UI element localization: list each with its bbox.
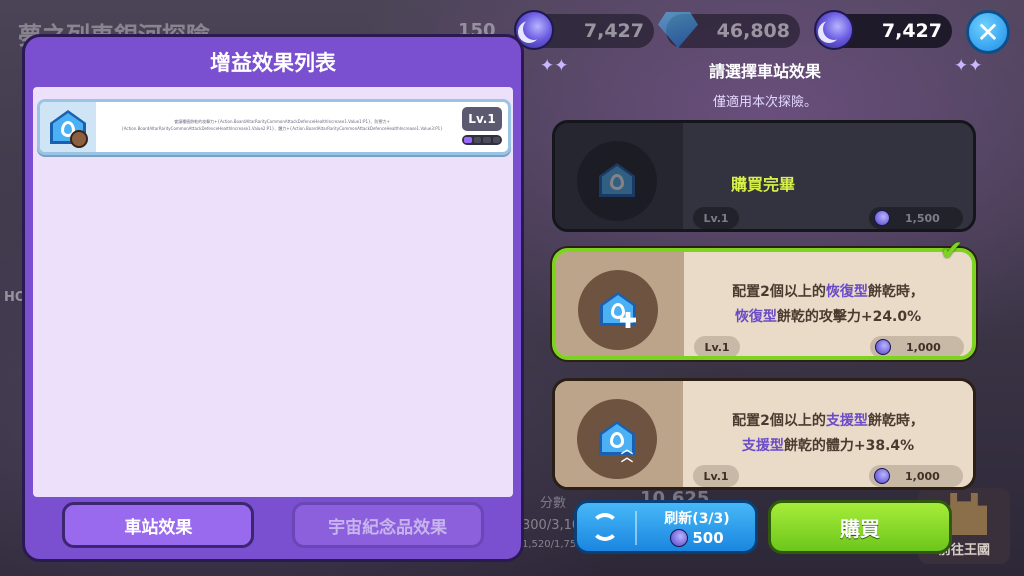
card-icon-area: ︿ ︿	[555, 381, 683, 487]
station-house-icon	[600, 292, 636, 328]
station-effect-card-healing[interactable]: 配置2個以上的恢復型餅乾時， 恢復型餅乾的攻擊力+24.0% Lv.1 1,00…	[552, 248, 976, 360]
double-chevron-up-icon: ︿ ︿	[621, 442, 634, 464]
station-select-subtitle: 僅適用本次探險。	[712, 95, 817, 110]
card-effect-text: 配置2個以上的恢復型餅乾時， 恢復型餅乾的攻擊力+24.0%	[732, 284, 924, 325]
card-icon-circle: ︿ ︿	[577, 399, 657, 479]
buff-list-body[interactable]: 會讓種植餅乾的攻擊力+{Action.BoardAltarRarityCommo…	[33, 87, 513, 497]
buff-level: Lv.1	[462, 107, 502, 131]
close-button[interactable]: ✕	[966, 10, 1010, 54]
card-price: 1,000	[870, 336, 964, 356]
background-score-label: 分數	[540, 496, 567, 511]
buff-list-panel: 增益效果列表 會讓種植餅乾的攻擊力+{Action.BoardAltarRari…	[22, 34, 524, 562]
card-effect-text: 配置2個以上的支援型餅乾時， 支援型餅乾的體力+38.4%	[732, 413, 924, 454]
progress-segment	[464, 137, 472, 143]
buff-icon-box	[40, 102, 96, 152]
purchased-status: 購買完畢	[731, 175, 796, 194]
card-level: Lv.1	[693, 207, 739, 229]
gem-currency-value: 46,808	[716, 20, 790, 42]
card-icon-area	[555, 123, 683, 229]
moon-coin-icon	[874, 210, 890, 226]
station-effect-card-support[interactable]: ︿ ︿ 配置2個以上的支援型餅乾時， 支援型餅乾的體力+38.4% Lv.1 1,…	[552, 378, 976, 490]
card-content: 配置2個以上的恢復型餅乾時， 恢復型餅乾的攻擊力+24.0% Lv.1 1,00…	[684, 252, 972, 356]
station-house-icon: ︿ ︿	[599, 421, 635, 463]
sparkle-icon: ✦✦	[954, 56, 983, 76]
moon-coin-icon	[875, 339, 891, 355]
checkmark-icon: ✔	[940, 234, 964, 267]
station-select-title: 請選擇車站效果	[708, 62, 821, 81]
card-price-value: 1,000	[906, 340, 941, 354]
progress-segment	[492, 137, 500, 143]
card-icon-area	[556, 252, 684, 356]
station-house-icon	[599, 163, 635, 197]
divider	[635, 511, 637, 545]
buff-tabs: 車站效果 宇宙紀念品效果	[25, 491, 521, 559]
moon-coin-icon	[874, 468, 890, 484]
progress-segment	[483, 137, 491, 143]
card-icon-circle	[578, 270, 658, 350]
card-price: 1,500	[869, 207, 963, 229]
buff-list-title: 增益效果列表	[210, 51, 336, 75]
gem-currency: 46,808	[658, 12, 800, 48]
tab-station-effects[interactable]: 車站效果	[62, 502, 255, 548]
card-price-value: 1,000	[905, 469, 940, 483]
moon-coin-icon	[814, 10, 854, 50]
moon-currency-left-value: 7,427	[583, 20, 644, 42]
buff-level-progress	[462, 135, 502, 145]
card-level: Lv.1	[693, 465, 739, 487]
refresh-icon	[591, 513, 619, 541]
moon-currency-left: 7,427	[514, 10, 654, 50]
buff-description: 會讓種植餅乾的攻擊力+{Action.BoardAltarRarityCommo…	[121, 119, 443, 131]
sparkle-icon: ✦✦	[540, 56, 569, 76]
close-icon: ✕	[976, 15, 1000, 49]
refresh-cost-value: 500	[692, 529, 724, 547]
card-icon-circle	[577, 141, 657, 221]
station-effect-card-purchased[interactable]: 購買完畢 Lv.1 1,500	[552, 120, 976, 232]
card-content: 購買完畢 Lv.1 1,500	[683, 123, 973, 229]
moon-currency-main: 7,427	[814, 10, 952, 50]
refresh-button[interactable]: 刷新(3/3) 500	[574, 500, 758, 554]
moon-currency-main-value: 7,427	[881, 20, 942, 42]
refresh-cost: 500	[639, 529, 755, 547]
card-price: 1,000	[869, 465, 963, 487]
card-level: Lv.1	[694, 336, 740, 356]
refresh-label: 刷新(3/3)	[664, 511, 730, 527]
progress-segment	[473, 137, 481, 143]
buy-button[interactable]: 購買	[768, 500, 952, 554]
card-content: 配置2個以上的支援型餅乾時， 支援型餅乾的體力+38.4% Lv.1 1,000	[683, 381, 973, 487]
buff-list-item[interactable]: 會讓種植餅乾的攻擊力+{Action.BoardAltarRarityCommo…	[37, 99, 511, 155]
moon-coin-icon	[670, 529, 689, 547]
cookie-badge-icon	[70, 130, 88, 148]
card-price-value: 1,500	[905, 211, 940, 225]
tab-space-souvenir-effects[interactable]: 宇宙紀念品效果	[291, 502, 484, 548]
